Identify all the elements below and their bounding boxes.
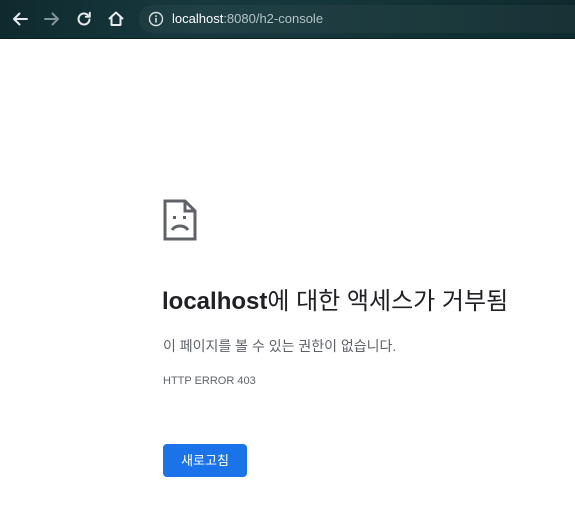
back-button[interactable] — [8, 7, 32, 31]
error-code: HTTP ERROR 403 — [163, 375, 256, 387]
url-text[interactable]: localhost:8080/h2-console — [172, 11, 323, 27]
reload-icon — [77, 11, 91, 26]
arrow-right-icon — [44, 12, 59, 26]
error-description: 이 페이지를 볼 수 있는 권한이 없습니다. — [163, 338, 397, 354]
reload-button-toolbar[interactable] — [72, 7, 96, 31]
url-path: :8080/h2-console — [223, 11, 324, 26]
home-button[interactable] — [104, 7, 128, 31]
address-bar[interactable]: localhost:8080/h2-console — [139, 5, 575, 33]
error-title-host: localhost — [162, 288, 268, 315]
error-title-text: 에 대한 액세스가 거부됨 — [267, 288, 509, 315]
error-title: localhost에 대한 액세스가 거부됨 — [162, 286, 508, 318]
sad-page-icon — [163, 199, 197, 241]
info-icon[interactable] — [148, 11, 164, 27]
url-host: localhost — [172, 11, 224, 26]
browser-toolbar: localhost:8080/h2-console — [0, 0, 575, 39]
forward-button[interactable] — [40, 7, 64, 31]
reload-button[interactable]: 새로고침 — [163, 444, 247, 477]
arrow-left-icon — [13, 12, 28, 26]
home-icon — [108, 11, 124, 26]
